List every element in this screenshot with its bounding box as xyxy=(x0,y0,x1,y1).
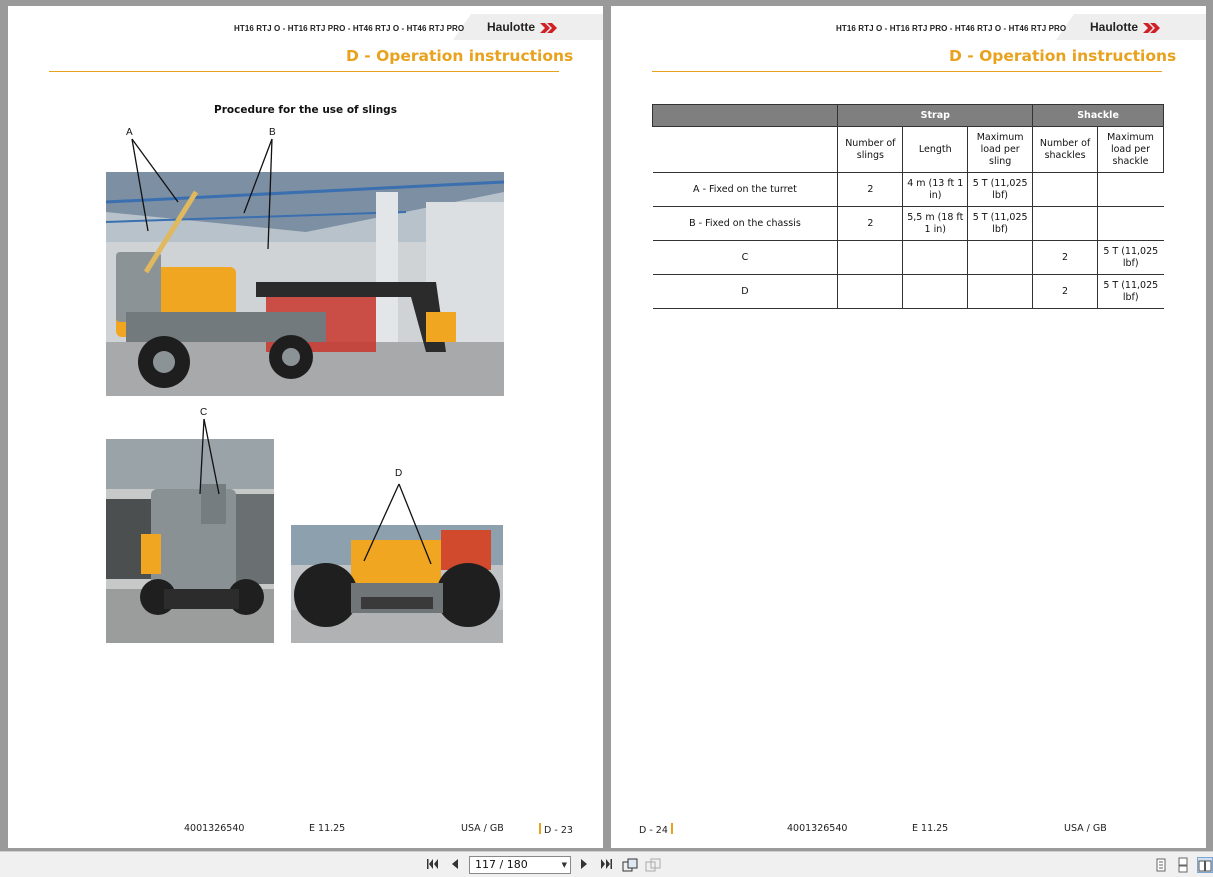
page-number-input[interactable]: 117 / 180 ▼ xyxy=(469,856,571,874)
cell-slings: 2 xyxy=(837,172,903,207)
cell-load-sling xyxy=(967,274,1033,309)
cell-load-sling: 5 T (11,025 lbf) xyxy=(967,172,1033,207)
header-models: HT16 RTJ O - HT16 RTJ PRO - HT46 RTJ O -… xyxy=(234,24,465,33)
logo-chevron-icon xyxy=(540,22,558,33)
callout-lines xyxy=(131,138,432,565)
footer-edition: E 11.25 xyxy=(912,823,949,834)
cell-shackles: 2 xyxy=(1032,240,1098,275)
callout-c-label: C xyxy=(200,407,208,418)
cell-load-shackle xyxy=(1097,172,1164,207)
cell-length: 4 m (13 ft 1 in) xyxy=(902,172,968,207)
machine-photo-side xyxy=(106,172,504,396)
footer-page-number: D - 23 xyxy=(539,823,573,836)
logo-text: Haulotte xyxy=(487,20,535,34)
page-marker-bar xyxy=(670,823,673,834)
footer-doc-number: 4001326540 xyxy=(787,823,848,834)
page-d-23: HT16 RTJ O - HT16 RTJ PRO - HT46 RTJ O -… xyxy=(8,6,603,848)
row-label: B - Fixed on the chassis xyxy=(652,206,838,241)
footer-doc-number: 4001326540 xyxy=(184,823,245,834)
table-row: A - Fixed on the turret 2 4 m (13 ft 1 i… xyxy=(652,172,1164,207)
footer-region: USA / GB xyxy=(1064,823,1107,834)
col-header-shackles: Number of shackles xyxy=(1032,126,1099,173)
table-corner-cell xyxy=(651,104,839,127)
haulotte-logo: Haulotte xyxy=(487,20,558,34)
col-header-slings: Number of slings xyxy=(837,126,904,173)
logo-chevron-icon xyxy=(1143,22,1161,33)
table-row: C 2 5 T (11,025 lbf) xyxy=(652,240,1164,275)
page-indicator: 117 / 180 xyxy=(475,858,528,871)
rotate-page-icon[interactable] xyxy=(622,858,638,872)
cell-length: 5,5 m (18 ft 1 in) xyxy=(902,206,968,241)
row-label: C xyxy=(652,240,838,275)
cell-load-shackle xyxy=(1097,206,1164,241)
callout-d-label: D xyxy=(395,468,403,479)
row-label: D xyxy=(652,274,838,309)
callout-b-label: B xyxy=(269,127,276,138)
strap-group-header: Strap xyxy=(837,104,1034,127)
shackle-group-header: Shackle xyxy=(1032,104,1164,127)
section-title: D - Operation instructions xyxy=(949,47,1177,65)
col-header-load-sling: Maximum load per sling xyxy=(967,126,1034,173)
header-rule xyxy=(49,71,559,72)
footer-page-label: D - 24 xyxy=(639,825,668,836)
cell-shackles: 2 xyxy=(1032,274,1098,309)
logo-text: Haulotte xyxy=(1090,20,1138,34)
rotate-back-icon[interactable] xyxy=(645,858,661,872)
row-label-header xyxy=(652,126,839,173)
cell-load-shackle: 5 T (11,025 lbf) xyxy=(1097,274,1164,309)
footer-page-number: D - 24 xyxy=(639,823,673,836)
cell-slings xyxy=(837,240,903,275)
machine-photo-rear xyxy=(106,439,274,643)
previous-page-icon[interactable] xyxy=(447,858,463,872)
table-row: B - Fixed on the chassis 2 5,5 m (18 ft … xyxy=(652,206,1164,241)
footer-edition: E 11.25 xyxy=(309,823,346,834)
sling-spec-table: Strap Shackle Number of slings Length Ma… xyxy=(651,104,1164,309)
cell-load-shackle: 5 T (11,025 lbf) xyxy=(1097,240,1164,275)
last-page-icon[interactable] xyxy=(598,858,614,872)
cell-length xyxy=(902,240,968,275)
two-page-view-icon[interactable] xyxy=(1197,857,1213,873)
cell-load-sling: 5 T (11,025 lbf) xyxy=(967,206,1033,241)
col-header-load-shackle: Maximum load per shackle xyxy=(1097,126,1164,173)
cell-load-sling xyxy=(967,240,1033,275)
chevron-down-icon[interactable]: ▼ xyxy=(562,857,567,873)
haulotte-logo: Haulotte xyxy=(1090,20,1161,34)
continuous-view-icon[interactable] xyxy=(1175,857,1191,873)
header-rule xyxy=(652,71,1162,72)
footer-page-label: D - 23 xyxy=(544,825,573,836)
procedure-title: Procedure for the use of slings xyxy=(214,104,397,116)
document-viewer: HT16 RTJ O - HT16 RTJ PRO - HT46 RTJ O -… xyxy=(0,0,1213,851)
cell-length xyxy=(902,274,968,309)
header-models: HT16 RTJ O - HT16 RTJ PRO - HT46 RTJ O -… xyxy=(836,24,1067,33)
col-header-length: Length xyxy=(902,126,969,173)
cell-shackles xyxy=(1032,172,1098,207)
machine-photo-chassis xyxy=(291,525,503,643)
cell-slings xyxy=(837,274,903,309)
section-title: D - Operation instructions xyxy=(346,47,574,65)
row-label: A - Fixed on the turret xyxy=(652,172,838,207)
page-marker-bar xyxy=(539,823,541,834)
cell-shackles xyxy=(1032,206,1098,241)
first-page-icon[interactable] xyxy=(425,858,441,872)
cell-slings: 2 xyxy=(837,206,903,241)
table-row: D 2 5 T (11,025 lbf) xyxy=(652,274,1164,309)
callout-a-label: A xyxy=(126,127,133,138)
viewer-toolbar: 117 / 180 ▼ xyxy=(0,851,1213,877)
page-d-24: HT16 RTJ O - HT16 RTJ PRO - HT46 RTJ O -… xyxy=(611,6,1206,848)
single-page-view-icon[interactable] xyxy=(1153,857,1169,873)
footer-region: USA / GB xyxy=(461,823,504,834)
next-page-icon[interactable] xyxy=(576,858,592,872)
